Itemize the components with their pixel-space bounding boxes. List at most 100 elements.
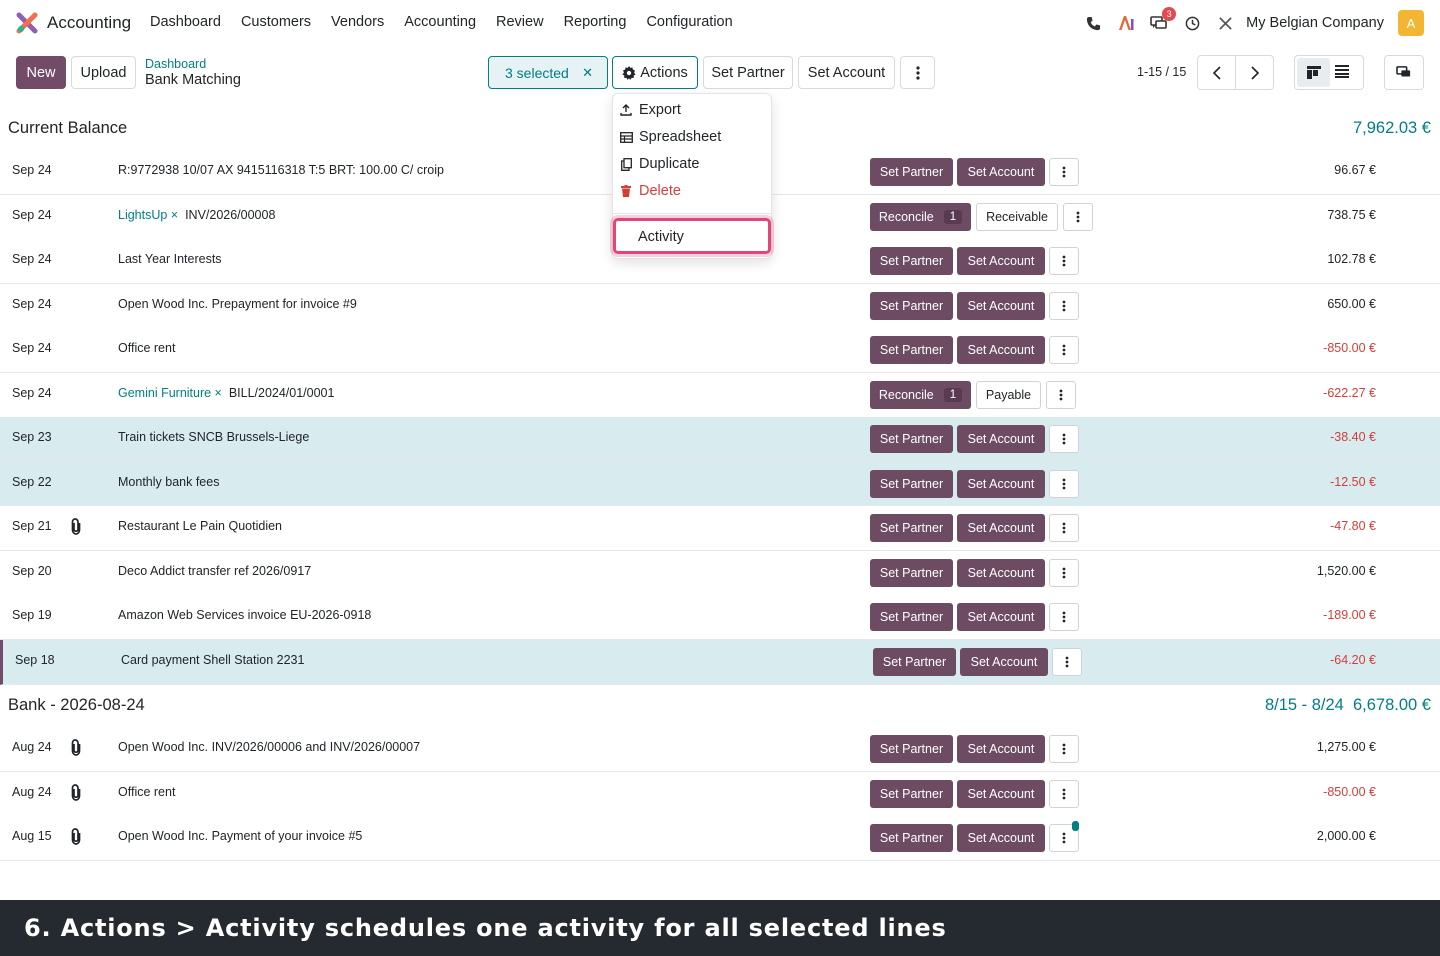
pager-previous-button[interactable]: [1197, 55, 1236, 90]
statement-line-row[interactable]: Sep 20 Deco Addict transfer ref 2026/0917…: [0, 551, 1440, 596]
reconcile-button[interactable]: Reconcile 1: [870, 381, 971, 409]
pager-next-button[interactable]: [1235, 55, 1274, 90]
line-more-button[interactable]: [1049, 735, 1079, 763]
activity-menu-item[interactable]: Activity: [613, 218, 771, 254]
unselect-all-icon[interactable]: ✕: [582, 65, 593, 81]
statement-line-row[interactable]: Sep 19 Amazon Web Services invoice EU-202…: [0, 595, 1440, 640]
export-menu-item[interactable]: Export: [620, 102, 681, 118]
app-name[interactable]: Accounting: [47, 13, 131, 33]
bulk-set-partner-button[interactable]: Set Partner: [703, 56, 793, 89]
list-view-icon[interactable]: [1335, 65, 1349, 82]
set-account-button[interactable]: Set Account: [957, 514, 1045, 542]
statement-line-row[interactable]: Sep 23 Train tickets SNCB Brussels-Liege S…: [0, 417, 1440, 462]
set-partner-button[interactable]: Set Partner: [870, 559, 953, 587]
attachment-icon[interactable]: [70, 828, 84, 846]
statement-line-row[interactable]: Sep 21 Restaurant Le Pain Quotidien Set Pa…: [0, 506, 1440, 551]
line-more-button[interactable]: [1049, 292, 1079, 320]
kanban-view-icon[interactable]: [1297, 58, 1330, 87]
set-partner-button[interactable]: Set Partner: [870, 247, 953, 275]
bank-statement-title[interactable]: Bank - 2026-08-24: [8, 696, 145, 715]
menu-vendors[interactable]: Vendors: [331, 14, 384, 30]
set-account-button[interactable]: Set Account: [960, 648, 1048, 676]
set-account-button[interactable]: Set Account: [957, 292, 1045, 320]
delete-menu-item[interactable]: Delete: [621, 183, 681, 199]
set-account-button[interactable]: Set Account: [957, 158, 1045, 186]
pager-value[interactable]: 1-15 / 15: [1137, 65, 1186, 79]
more-options-button[interactable]: [900, 56, 935, 89]
attachment-icon[interactable]: [70, 518, 84, 536]
line-more-button[interactable]: [1052, 648, 1082, 676]
duplicate-menu-item[interactable]: Duplicate: [620, 156, 699, 172]
set-account-button[interactable]: Set Account: [957, 780, 1045, 808]
statement-line-row[interactable]: Sep 24 Office rent Set Partner Set Account -…: [0, 328, 1440, 373]
line-label: Amazon Web Services invoice EU-2026-0918: [118, 608, 371, 622]
set-account-button[interactable]: Set Account: [957, 247, 1045, 275]
phone-icon[interactable]: [1084, 14, 1102, 32]
bulk-set-account-button[interactable]: Set Account: [798, 56, 895, 89]
set-account-button[interactable]: Set Account: [957, 603, 1045, 631]
set-partner-button[interactable]: Set Partner: [870, 336, 953, 364]
set-partner-button[interactable]: Set Partner: [870, 824, 953, 852]
set-partner-button[interactable]: Set Partner: [870, 735, 953, 763]
set-account-button[interactable]: Set Account: [957, 559, 1045, 587]
tools-icon[interactable]: [1216, 14, 1234, 32]
spreadsheet-menu-item[interactable]: Spreadsheet: [619, 129, 721, 145]
attachment-icon[interactable]: [70, 784, 84, 802]
statement-line-row[interactable]: Aug 15 Open Wood Inc. Payment of your inv…: [0, 816, 1440, 861]
actions-button[interactable]: Actions: [612, 56, 698, 89]
partner-tag[interactable]: Gemini Furniture ×: [118, 386, 222, 400]
breadcrumb-dashboard[interactable]: Dashboard: [145, 57, 206, 71]
set-partner-button[interactable]: Set Partner: [870, 470, 953, 498]
set-partner-button[interactable]: Set Partner: [870, 425, 953, 453]
statement-line-row[interactable]: Sep 22 Monthly bank fees Set Partner Set Ac…: [0, 462, 1440, 507]
attachment-icon[interactable]: [70, 739, 84, 757]
ai-icon[interactable]: [1117, 14, 1135, 32]
menu-review[interactable]: Review: [496, 14, 544, 30]
reconcile-button[interactable]: Reconcile 1: [870, 203, 971, 231]
statement-line-row[interactable]: Sep 24 Open Wood Inc. Prepayment for invo…: [0, 284, 1440, 329]
set-partner-button[interactable]: Set Partner: [870, 292, 953, 320]
partner-tag[interactable]: LightsUp ×: [118, 208, 178, 222]
company-switcher[interactable]: My Belgian Company: [1246, 15, 1384, 31]
set-partner-button[interactable]: Set Partner: [870, 603, 953, 631]
set-account-button[interactable]: Set Account: [957, 470, 1045, 498]
set-account-button[interactable]: Set Account: [957, 824, 1045, 852]
set-partner-button[interactable]: Set Partner: [873, 648, 956, 676]
set-account-button[interactable]: Set Account: [957, 425, 1045, 453]
chatter-toggle-button[interactable]: [1384, 55, 1424, 90]
menu-accounting[interactable]: Accounting: [404, 14, 476, 30]
menu-dashboard[interactable]: Dashboard: [150, 14, 221, 30]
receivable-button[interactable]: Receivable: [976, 203, 1058, 231]
payable-button[interactable]: Payable: [976, 381, 1041, 409]
messages-icon[interactable]: 3: [1150, 7, 1177, 32]
set-partner-button[interactable]: Set Partner: [870, 514, 953, 542]
menu-customers[interactable]: Customers: [241, 14, 311, 30]
accounting-app-icon[interactable]: [16, 12, 38, 34]
line-more-button[interactable]: [1046, 381, 1076, 409]
line-more-button[interactable]: [1049, 603, 1079, 631]
line-more-button[interactable]: [1049, 514, 1079, 542]
user-avatar[interactable]: A: [1398, 10, 1424, 36]
statement-line-row[interactable]: Sep 18 Card payment Shell Station 2231 Set…: [0, 640, 1440, 685]
menu-configuration[interactable]: Configuration: [646, 14, 732, 30]
statement-line-row[interactable]: Sep 24 Gemini Furniture × BILL/2024/01/00…: [0, 373, 1440, 418]
line-more-button[interactable]: [1049, 559, 1079, 587]
systray: 3 My Belgian Company A: [1069, 7, 1424, 36]
line-more-button[interactable]: [1049, 780, 1079, 808]
line-more-button[interactable]: [1063, 203, 1093, 231]
set-account-button[interactable]: Set Account: [957, 735, 1045, 763]
menu-reporting[interactable]: Reporting: [564, 14, 627, 30]
statement-line-row[interactable]: Aug 24 Open Wood Inc. INV/2026/00006 and …: [0, 727, 1440, 772]
line-more-button[interactable]: [1049, 425, 1079, 453]
set-account-button[interactable]: Set Account: [957, 336, 1045, 364]
set-partner-button[interactable]: Set Partner: [870, 780, 953, 808]
line-more-button[interactable]: [1049, 158, 1079, 186]
new-button[interactable]: New: [16, 56, 66, 89]
line-more-button[interactable]: [1049, 247, 1079, 275]
line-more-button[interactable]: [1049, 336, 1079, 364]
statement-line-row[interactable]: Aug 24 Office rent Set Partner Set Account -…: [0, 772, 1440, 817]
set-partner-button[interactable]: Set Partner: [870, 158, 953, 186]
upload-button[interactable]: Upload: [71, 56, 136, 89]
clock-icon[interactable]: [1183, 14, 1201, 32]
line-more-button[interactable]: [1049, 470, 1079, 498]
